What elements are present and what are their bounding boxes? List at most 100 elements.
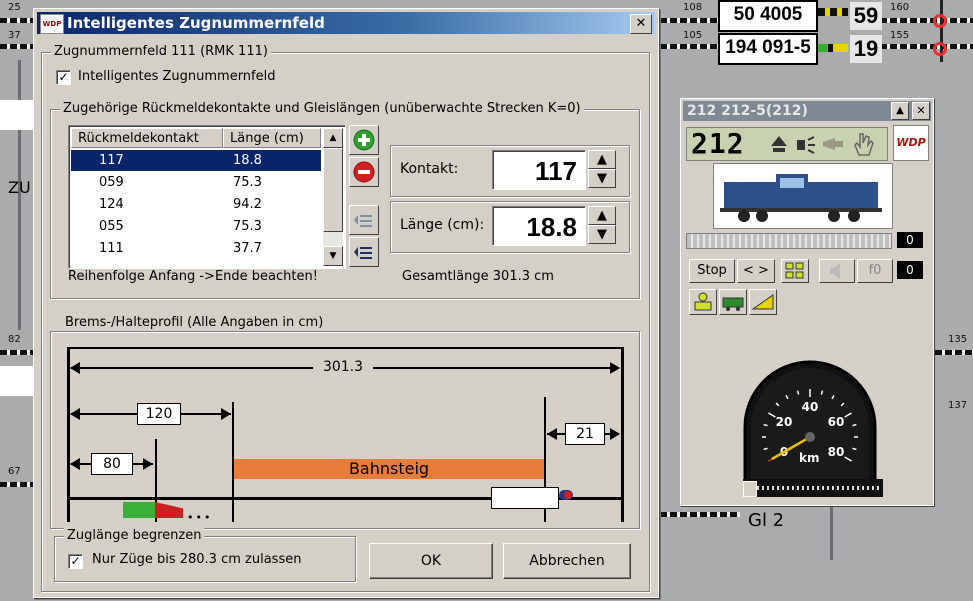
track-block bbox=[0, 366, 33, 396]
cancel-button[interactable]: Abbrechen bbox=[503, 543, 631, 579]
track-number: 37 bbox=[8, 30, 21, 41]
list-item[interactable]: 117 18.8 bbox=[71, 150, 321, 171]
close-button[interactable]: ✕ bbox=[630, 14, 652, 34]
group-profile-title: Brems-/Halteprofil (Alle Angaben in cm) bbox=[62, 315, 327, 330]
list-item[interactable]: 111 37.7 bbox=[71, 238, 321, 259]
spin-up-icon[interactable]: ▲ bbox=[588, 150, 616, 169]
sound-button[interactable] bbox=[819, 259, 855, 283]
speedo-tick bbox=[785, 395, 789, 400]
ok-button[interactable]: OK bbox=[369, 543, 493, 579]
scroll-down-icon[interactable]: ▼ bbox=[323, 246, 343, 266]
train-number-field[interactable]: 194 091-5 bbox=[718, 33, 818, 65]
stop-button[interactable]: Stop bbox=[689, 259, 735, 283]
scroll-thumb[interactable] bbox=[323, 148, 343, 232]
f0-button[interactable]: f0 bbox=[857, 259, 893, 283]
spin-up-icon[interactable]: ▲ bbox=[588, 206, 616, 225]
light-icon bbox=[797, 136, 815, 154]
track-number: 155 bbox=[890, 30, 910, 41]
intelligent-checkbox-label: Intelligentes Zugnummernfeld bbox=[78, 69, 276, 84]
kontakt-value[interactable]: 117 bbox=[492, 150, 586, 190]
speed-step-bar[interactable] bbox=[686, 233, 892, 249]
scroll-up-icon[interactable]: ▲ bbox=[323, 128, 343, 148]
speedo-tick-label: 60 bbox=[828, 415, 845, 429]
column-header-contact[interactable]: Rückmeldekontakt bbox=[71, 128, 223, 148]
close-button[interactable]: ✕ bbox=[912, 102, 930, 120]
speedo-tick-label: 80 bbox=[828, 445, 845, 459]
remove-contact-button[interactable] bbox=[349, 157, 379, 187]
signal-light-icon bbox=[818, 8, 848, 16]
horn-icon bbox=[823, 138, 843, 150]
train-start-icon bbox=[123, 502, 155, 518]
speedo-tick bbox=[831, 395, 835, 400]
brake-profile-diagram: 301.3 120 80 21 Bahnsteig ••• bbox=[67, 347, 624, 524]
speedo-tick-label: 40 bbox=[802, 400, 819, 414]
minimize-icon[interactable]: ▲ bbox=[891, 102, 909, 120]
speedometer-dial: 020406080 bbox=[737, 357, 883, 487]
profile-end-distance: 21 bbox=[565, 423, 605, 445]
column-header-length[interactable]: Länge (cm) bbox=[223, 128, 321, 148]
speedo-tick bbox=[768, 412, 776, 418]
profile-stop-distance: 80 bbox=[91, 453, 133, 475]
move-up-button[interactable] bbox=[349, 205, 379, 235]
dialog-titlebar[interactable]: WDP Intelligentes Zugnummernfeld ✕ bbox=[37, 12, 655, 34]
speed-slider-thumb[interactable] bbox=[743, 481, 757, 497]
speedo-tick bbox=[763, 423, 768, 427]
loco-titlebar[interactable]: 212 212-5(212) ▲ ✕ bbox=[683, 101, 931, 121]
speedo-tick bbox=[775, 402, 780, 407]
semaphore-signal-icon[interactable] bbox=[930, 0, 952, 62]
direction-button[interactable]: < > bbox=[737, 259, 775, 283]
address-display: 212 bbox=[686, 127, 888, 161]
track-number: 137 bbox=[948, 400, 968, 411]
speedometer-unit: km bbox=[799, 451, 820, 465]
limit-checkbox-label: Nur Züge bis 280.3 cm zulassen bbox=[92, 552, 302, 567]
signal-light-icon bbox=[818, 44, 848, 52]
track-number: 82 bbox=[8, 334, 21, 345]
group-contacts-title: Zugehörige Rückmeldekontakte und Gleislä… bbox=[60, 101, 584, 116]
intelligent-checkbox[interactable]: ✓ bbox=[56, 70, 71, 85]
spin-down-icon[interactable]: ▼ bbox=[588, 169, 616, 188]
move-down-icon bbox=[354, 247, 372, 259]
spin-down-icon[interactable]: ▼ bbox=[588, 225, 616, 244]
list-item[interactable]: 055 75.3 bbox=[71, 216, 321, 237]
track-number: 108 bbox=[683, 2, 703, 13]
track-number: 25 bbox=[8, 2, 21, 13]
platform-bar: Bahnsteig bbox=[234, 459, 544, 479]
signal-number: 59 bbox=[850, 2, 882, 30]
speaker-icon bbox=[830, 263, 840, 279]
loco-image bbox=[713, 163, 893, 229]
driver-button[interactable] bbox=[689, 289, 717, 315]
train-number-field[interactable]: 50 4005 bbox=[718, 0, 818, 32]
speed-slider[interactable] bbox=[743, 479, 883, 497]
add-contact-button[interactable] bbox=[349, 125, 379, 155]
ramp-icon bbox=[751, 294, 774, 310]
limit-checkbox[interactable]: ✓ bbox=[68, 554, 83, 569]
move-down-button[interactable] bbox=[349, 237, 379, 267]
function-value: 0 bbox=[897, 261, 923, 279]
direction-arrow-icon bbox=[771, 136, 787, 152]
list-scrollbar[interactable]: ▲ ▼ bbox=[323, 128, 343, 266]
shunting-button[interactable] bbox=[719, 289, 747, 315]
signal-number: 19 bbox=[850, 35, 882, 63]
speedo-tick bbox=[852, 423, 857, 427]
laenge-value[interactable]: 18.8 bbox=[492, 206, 586, 246]
loco-title: 212 212-5(212) bbox=[687, 103, 808, 119]
track-number: 67 bbox=[8, 466, 21, 477]
kontakt-label: Kontakt: bbox=[400, 161, 459, 177]
speedo-tick bbox=[840, 402, 845, 407]
speedo-tick bbox=[796, 390, 800, 395]
speedometer-scale: 020406080 bbox=[762, 389, 858, 462]
laenge-spinner[interactable]: ▲ ▼ bbox=[588, 206, 616, 244]
group-limit-title: Zuglänge begrenzen bbox=[64, 528, 205, 543]
profile-brake-distance: 120 bbox=[137, 403, 181, 425]
list-item[interactable]: 059 75.3 bbox=[71, 172, 321, 193]
contacts-list[interactable]: Rückmeldekontakt Länge (cm) 117 18.8 059 7… bbox=[68, 125, 346, 269]
speedo-tick bbox=[844, 412, 852, 418]
kontakt-spinner[interactable]: ▲ ▼ bbox=[588, 150, 616, 188]
ramp-button[interactable] bbox=[749, 289, 777, 315]
laenge-label: Länge (cm): bbox=[400, 217, 485, 233]
minus-icon bbox=[353, 161, 375, 183]
speedo-tick bbox=[763, 447, 768, 451]
list-item[interactable]: 124 94.2 bbox=[71, 194, 321, 215]
move-up-icon bbox=[354, 215, 372, 227]
function-grid-button[interactable] bbox=[781, 259, 809, 283]
